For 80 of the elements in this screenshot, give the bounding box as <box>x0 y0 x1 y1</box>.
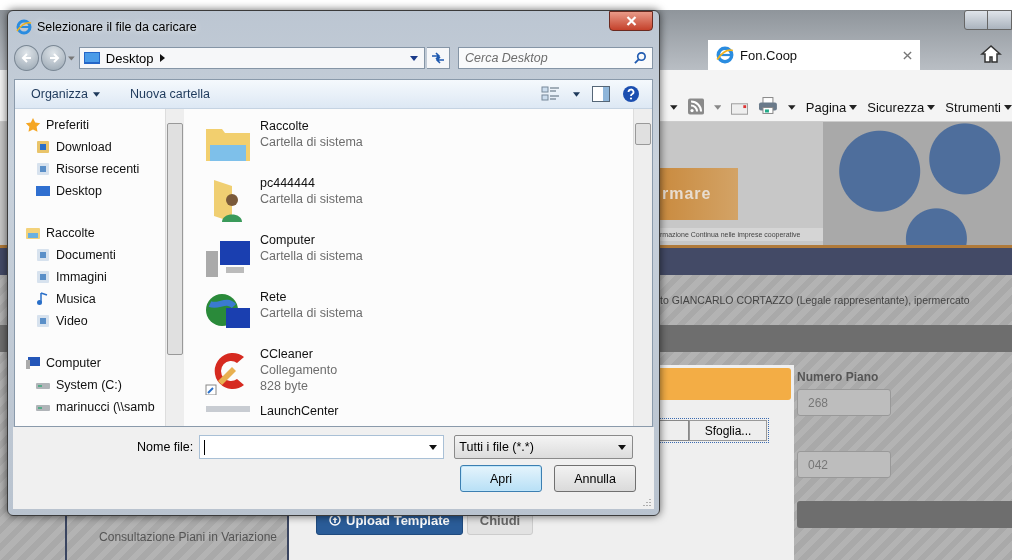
forward-button[interactable] <box>41 45 67 71</box>
file-name[interactable]: Raccolte <box>260 119 363 133</box>
dialog-button[interactable]: Apri <box>460 465 542 492</box>
caret-icon <box>409 55 418 61</box>
window-buttons[interactable] <box>964 10 1012 30</box>
dialog-title: Selezionare il file da caricare <box>37 20 198 34</box>
chevron-right-icon <box>159 54 165 62</box>
file-name[interactable]: Rete <box>260 290 363 304</box>
globe-e-icon <box>716 46 734 64</box>
nav-item[interactable]: Raccolte <box>25 222 165 244</box>
computer-icon <box>25 355 41 371</box>
nav-item[interactable]: Risorse recenti <box>25 158 165 180</box>
menu-button[interactable]: Strumenti <box>945 100 1012 115</box>
caret-icon <box>429 444 438 450</box>
back-arrow-icon <box>20 52 33 64</box>
close-icon <box>625 16 637 26</box>
back-button[interactable] <box>14 45 40 71</box>
mail-icon[interactable] <box>731 103 749 115</box>
rss-icon[interactable] <box>687 98 704 115</box>
nav-item[interactable]: Preferiti <box>25 114 165 136</box>
file-name[interactable]: pc444444 <box>260 176 363 190</box>
search-field[interactable]: Cerca Desktop <box>458 47 653 69</box>
close-icon[interactable] <box>903 50 912 60</box>
browser-tab[interactable]: Fon.Coop <box>708 40 920 70</box>
view-options-icon[interactable] <box>541 86 561 102</box>
monitor-icon <box>35 183 51 199</box>
caret-icon <box>1004 105 1012 110</box>
nav-item[interactable]: Computer <box>25 352 165 374</box>
nav-item[interactable]: Download <box>25 136 165 158</box>
caret-icon <box>927 105 936 110</box>
nav-item[interactable]: Video <box>25 310 165 332</box>
file-size: 828 byte <box>260 379 309 393</box>
caret-icon[interactable] <box>670 105 678 110</box>
menu-button[interactable]: Sicurezza <box>867 100 936 115</box>
resize-grip-icon[interactable] <box>641 496 651 506</box>
caret-icon[interactable] <box>573 91 580 97</box>
search-icon[interactable] <box>634 51 647 64</box>
filename-label: Nome file: <box>137 440 194 454</box>
dialog-button[interactable]: Annulla <box>554 465 636 492</box>
refresh-arrows-icon <box>430 52 445 64</box>
nav-item[interactable]: Immagini <box>25 266 165 288</box>
nav-item[interactable]: System (C:) <box>25 374 165 396</box>
home-icon[interactable] <box>980 44 1002 64</box>
file-type: Cartella di sistema <box>260 135 363 149</box>
nav-item[interactable]: marinucci (\\samb <box>25 396 165 418</box>
file-type: Cartella di sistema <box>260 249 363 263</box>
user-info-text: to GIANCARLO CORTAZZO (Legale rappresentante), ipermercato <box>660 294 970 306</box>
menu-button[interactable]: Pagina <box>805 100 858 115</box>
preview-pane-icon[interactable] <box>592 86 610 102</box>
globe-e-icon <box>16 19 32 35</box>
caret-icon <box>618 444 627 450</box>
filename-field[interactable] <box>199 435 445 459</box>
toolbar-button[interactable]: Nuova cartella <box>130 87 210 101</box>
close-button[interactable] <box>609 11 653 31</box>
scrollbar[interactable] <box>633 109 652 426</box>
file-name[interactable]: Computer <box>260 233 363 247</box>
file-type: Cartella di sistema <box>260 306 363 320</box>
file-type-dropdown[interactable]: Tutti i file (*.*) <box>454 435 634 459</box>
printer-icon[interactable] <box>758 96 779 115</box>
caret-icon[interactable] <box>788 105 796 110</box>
scrollbar[interactable] <box>165 109 184 426</box>
monitor-icon <box>83 52 100 64</box>
file-type: Collegamento <box>260 363 338 377</box>
nav-item[interactable]: Desktop <box>25 180 165 202</box>
help-icon[interactable] <box>622 85 640 103</box>
file-type: Cartella di sistema <box>260 192 363 206</box>
upload-icon <box>329 514 341 526</box>
star-icon <box>25 117 41 133</box>
refresh-button[interactable] <box>426 47 450 69</box>
caret-icon <box>849 105 858 110</box>
nav-item[interactable]: Musica <box>25 288 165 310</box>
toolbar-button[interactable]: Organizza <box>31 87 100 101</box>
file-name[interactable]: CCleaner <box>260 347 338 361</box>
nav-item[interactable]: Documenti <box>25 244 165 266</box>
file-name[interactable]: LaunchCenter <box>260 404 339 418</box>
forward-arrow-icon <box>47 52 60 64</box>
address-bar[interactable]: Desktop <box>78 47 425 69</box>
banner-title: rmare <box>658 168 738 220</box>
browse-button[interactable]: Sfoglia... <box>689 420 767 441</box>
field-label: Numero Piano <box>797 370 880 384</box>
